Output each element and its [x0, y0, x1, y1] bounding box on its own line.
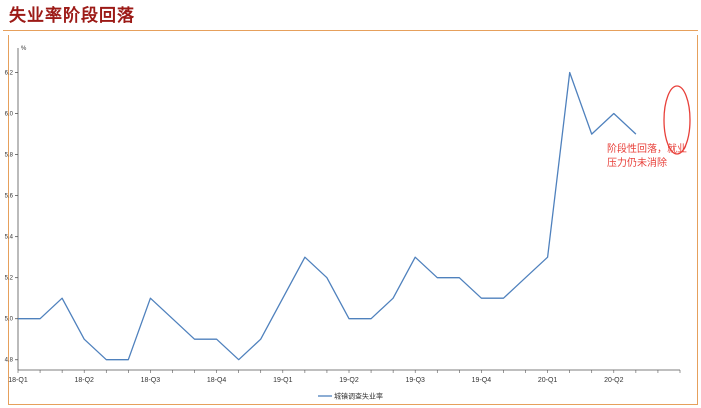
- x-tick-label: 18-Q2: [74, 377, 94, 384]
- data-point: [459, 277, 461, 279]
- y-tick-label: 5.4: [5, 235, 14, 241]
- legend-label: 城镇调查失业率: [334, 392, 383, 401]
- data-point: [83, 338, 85, 340]
- y-tick-label: 5.2: [5, 276, 14, 282]
- data-point: [238, 359, 240, 361]
- y-tick-label: 6.2: [5, 71, 14, 77]
- data-point: [436, 277, 438, 279]
- data-point: [370, 318, 372, 320]
- legend: 城镇调查失业率: [318, 392, 383, 401]
- data-point: [414, 256, 416, 258]
- data-point: [481, 297, 483, 299]
- y-tick-label: 4.8: [5, 358, 14, 364]
- data-point: [282, 297, 284, 299]
- data-point: [503, 297, 505, 299]
- data-point: [591, 133, 593, 135]
- data-point: [150, 297, 152, 299]
- data-point: [194, 338, 196, 340]
- data-point: [326, 277, 328, 279]
- x-tick-label: 18-Q1: [8, 377, 28, 384]
- x-tick-label: 20-Q1: [538, 377, 558, 384]
- x-tick-label: 18-Q3: [141, 377, 161, 384]
- data-point: [17, 318, 19, 320]
- data-point: [128, 359, 130, 361]
- y-ticks: 4.8 5.0 5.2 5.4 5.6 5.8 6.0 6.2: [5, 71, 18, 364]
- y-tick-label: 5.8: [5, 153, 14, 159]
- data-point: [61, 297, 63, 299]
- data-point: [613, 113, 615, 115]
- y-tick-label: 6.0: [5, 112, 14, 118]
- data-point: [635, 133, 637, 135]
- series-layer: [17, 71, 637, 361]
- y-tick-label: 5.6: [5, 194, 14, 200]
- data-point: [216, 338, 218, 340]
- annotation-line-2: 压力仍未消除: [607, 156, 667, 169]
- series-line: [18, 71, 637, 361]
- y-unit-label: %: [21, 46, 27, 52]
- unemployment-line-chart: % 4.85.05.25.45.65.86.06.2 18-Q1 18-Q2 18-…: [5, 46, 691, 401]
- axes-layer: %: [17, 46, 680, 371]
- data-point: [105, 359, 107, 361]
- data-point: [525, 277, 527, 279]
- x-tick-label: 18-Q4: [207, 377, 227, 384]
- data-point: [39, 318, 41, 320]
- data-point: [348, 318, 350, 320]
- x-tick-label: 19-Q2: [339, 377, 359, 384]
- x-ticks: 18-Q1 18-Q2 18-Q3 18-Q4 19-Q1 19-Q2 19-Q3 19-Q4…: [8, 370, 681, 384]
- x-tick-label: 20-Q2: [604, 377, 624, 384]
- x-tick-label: 19-Q4: [472, 377, 492, 384]
- x-tick-label: 19-Q1: [273, 377, 293, 384]
- data-point: [392, 297, 394, 299]
- chart-frame: 失业率阶段回落 % 4.8 5.0 5.2 5.4 5.6 5.8 6.0 6.2 18-Q1…: [0, 0, 701, 408]
- data-point: [304, 256, 306, 258]
- data-point: [569, 72, 571, 74]
- data-point: [260, 338, 262, 340]
- annotation-layer: 阶段性回落，就业 压力仍未消除: [607, 85, 691, 169]
- data-point: [172, 318, 174, 320]
- x-tick-label: 19-Q3: [405, 377, 425, 384]
- y-tick-label: 5.0: [5, 317, 14, 323]
- data-point: [547, 256, 549, 258]
